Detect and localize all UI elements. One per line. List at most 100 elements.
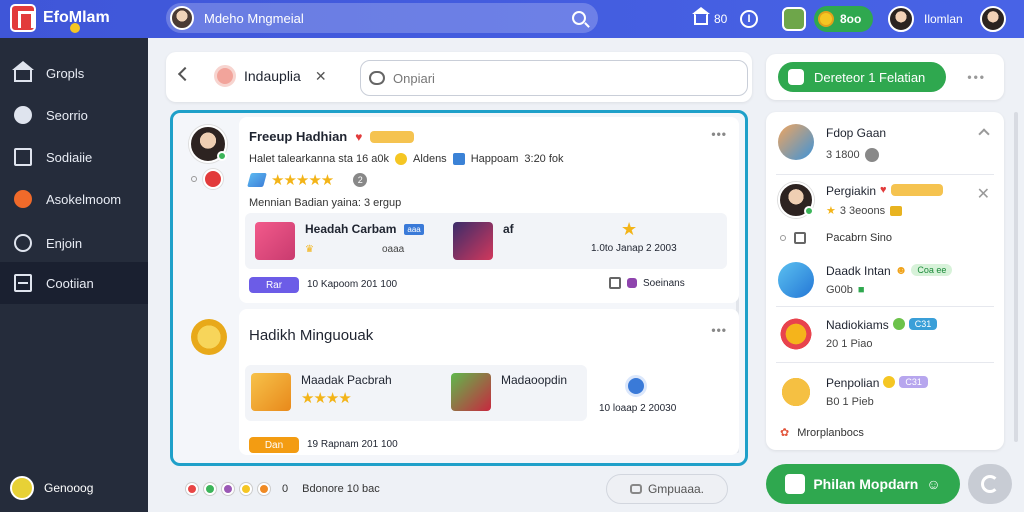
post-feed[interactable]: Freeup Hadhian ♥ ••• Halet talearkanna s…: [170, 110, 748, 466]
post-title: Freeup Hadhian: [249, 129, 348, 144]
post-action-button[interactable]: Rar: [249, 277, 299, 293]
reward-item[interactable]: Maadak Pacbrah ★★★★: [251, 373, 392, 411]
more-icon[interactable]: •••: [711, 127, 727, 141]
post-meta-tag1: Aldens: [413, 153, 447, 165]
info-button[interactable]: I: [740, 0, 758, 38]
reaction-dot[interactable]: [186, 483, 198, 495]
shop-icon: [778, 124, 814, 160]
reaction-dot[interactable]: [204, 483, 216, 495]
gift-icon: [255, 222, 295, 260]
post-action-note: 19 Rapnam 201 100: [307, 439, 398, 450]
close-icon[interactable]: ✕: [315, 68, 327, 85]
list-item[interactable]: Penpolian C31 B0 1 Pieb: [778, 374, 928, 410]
more-icon[interactable]: •••: [711, 323, 727, 337]
home-nav-label: 80: [714, 12, 728, 26]
post-action-note: 10 Kapoom 201 100: [307, 279, 398, 290]
sidebar-item-seorrio[interactable]: Seorrio: [0, 94, 148, 136]
gift-icon: [251, 373, 291, 411]
list-item[interactable]: Nadiokiams C31 20 1 Piao: [778, 316, 938, 352]
refresh-button[interactable]: [968, 464, 1012, 504]
footer-button[interactable]: Gmpuaaa.: [606, 474, 728, 504]
info-icon: I: [740, 10, 758, 28]
info-dot-icon: [864, 148, 879, 162]
post-meta-text: Halet talearkanna sta 16 a0k: [249, 153, 390, 165]
more-icon[interactable]: •••: [967, 70, 986, 84]
post-description: Mennian Badian yaina: 3 ergup: [249, 197, 402, 209]
wallet-icon: [890, 205, 903, 216]
list-line-text: Mrorplanbocs: [797, 426, 864, 439]
list-item[interactable]: Fdop Gaan 3 1800: [778, 124, 886, 162]
list-item[interactable]: Daadk Intan ☻ Coa ee G00b ■: [778, 262, 953, 298]
sidebar-item-enjoin[interactable]: Enjoin: [0, 222, 148, 264]
badge-icon: ■: [857, 284, 865, 296]
online-indicator: [804, 206, 814, 216]
sidebar-item-label: Seorrio: [46, 107, 88, 123]
chat-input-placeholder: Onpiari: [393, 70, 435, 86]
sidebar: Gropls Seorrio Sodiaiie Asokelmoom Enjoi…: [0, 38, 148, 512]
doc-icon: [609, 277, 621, 289]
reward-item[interactable]: Headah Carbam aaa ♛ oaaa: [255, 222, 424, 260]
coin-icon: [10, 476, 34, 500]
reaction-dot[interactable]: [222, 483, 234, 495]
author-avatar[interactable]: [189, 125, 227, 163]
profile-button[interactable]: [980, 0, 1006, 38]
sidebar-item-asokelmoom[interactable]: Asokelmoom: [0, 178, 148, 220]
global-search[interactable]: Mdeho Mngmeial: [166, 3, 598, 33]
sidebar-item-cootiian[interactable]: Cootiian: [0, 262, 148, 304]
reward-title: Madaoopdin: [501, 373, 568, 387]
back-icon[interactable]: [177, 66, 193, 82]
list-item-sub: 3 1800: [826, 149, 860, 161]
heart-icon: ♥: [880, 184, 887, 196]
detector-button[interactable]: Dereteor 1 Felatian: [778, 62, 946, 92]
user-name: Ilomlan: [924, 12, 963, 26]
post-footer-meta: Soeinans: [609, 277, 685, 289]
reaction-dot[interactable]: [240, 483, 252, 495]
reward-item[interactable]: Madaoopdin: [451, 373, 567, 411]
coin-icon: [818, 11, 834, 27]
sidebar-item-sodiaiie[interactable]: Sodiaiie: [0, 136, 148, 178]
app-logo[interactable]: EfoMlam: [10, 4, 110, 33]
reaction-dot[interactable]: [258, 483, 270, 495]
author-badges: [191, 169, 223, 189]
online-indicator: [217, 151, 227, 161]
sidebar-footer[interactable]: Genooog: [10, 476, 93, 500]
list-item-chip: [890, 184, 943, 196]
emoji-icon: [14, 190, 32, 208]
reward-panel: Headah Carbam aaa ♛ oaaa af ★ 1.0to Jana…: [245, 213, 727, 269]
list-item-chip: C31: [899, 376, 928, 388]
green-dot-icon: [892, 318, 905, 330]
reward-item[interactable]: af: [453, 222, 514, 260]
chat-input[interactable]: Onpiari: [360, 60, 748, 96]
cta-button[interactable]: Philan Mopdarn ☺: [766, 464, 960, 504]
right-scrollbar[interactable]: [1014, 112, 1018, 442]
puzzle-icon: [785, 474, 806, 494]
active-tab[interactable]: Indauplia ✕: [214, 65, 327, 87]
post-rating: ★★★★★ 2: [247, 171, 368, 189]
status-icon: [191, 176, 197, 182]
main-header: Indauplia ✕ Onpiari: [166, 52, 752, 102]
cta-label: Philan Mopdarn: [813, 476, 919, 492]
close-icon[interactable]: ✕: [977, 184, 990, 204]
user-menu[interactable]: Ilomlan: [888, 0, 963, 38]
chevron-up-icon[interactable]: [978, 128, 990, 140]
post-action-button[interactable]: Dan: [249, 437, 299, 453]
list-item[interactable]: Pergiakin ♥ ★ 3 3eoons: [778, 182, 943, 218]
doc-icon: [794, 232, 806, 244]
bow-icon: [778, 316, 814, 352]
avatar: [189, 125, 227, 163]
game-button[interactable]: [782, 0, 806, 38]
coins-balance[interactable]: 8oo: [814, 0, 874, 38]
sidebar-item-groups[interactable]: Gropls: [0, 52, 148, 94]
sidebar-item-label: Sodiaiie: [46, 149, 93, 165]
emoji-icon: ☻: [894, 263, 908, 277]
sidebar-item-label: Asokelmoom: [46, 191, 122, 207]
home-nav[interactable]: 80: [692, 0, 728, 38]
search-icon[interactable]: [572, 11, 586, 25]
tab-icon: [214, 65, 236, 87]
list-line: Pacabrn Sino: [780, 232, 892, 244]
main-footer: 0 Bdonore 10 bac Gmpuaaa.: [166, 466, 752, 512]
post-title: Hadikh Minguouak: [249, 327, 374, 344]
user-avatar: [888, 6, 914, 32]
search-input[interactable]: Mdeho Mngmeial: [204, 11, 572, 26]
star-icon: ★: [621, 219, 637, 239]
